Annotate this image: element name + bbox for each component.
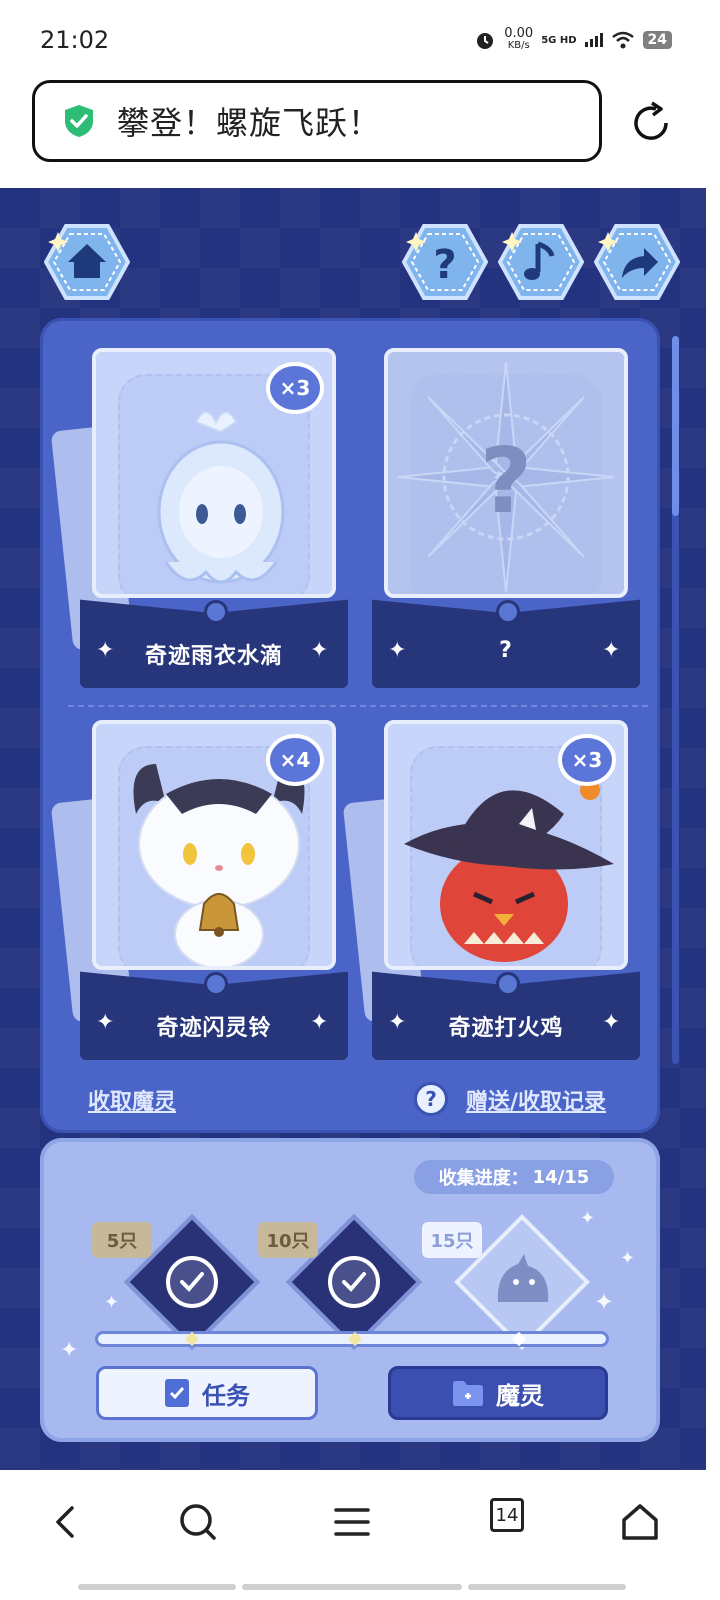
sparkle-icon: ✦ [602,638,621,663]
sparkle-icon: ✦ [580,1208,596,1229]
home-icon[interactable] [616,1498,664,1546]
sparkle-icon: ✦ [310,638,329,663]
gesture-bar-segment [468,1584,626,1590]
raindrop-spirit-image [157,411,285,584]
sparkle-icon: ✦ [620,1248,636,1269]
card-name: 奇迹雨衣水滴 [144,644,283,669]
fire-chick-spirit-image [404,780,614,962]
signal-label: 5G HD [541,34,577,46]
net-speed: 0.00 KB/s [504,26,534,51]
locked-card-emblem: ? [397,361,615,593]
sparkle-icon: ✦ [602,1010,621,1035]
share-button[interactable] [594,222,680,302]
back-icon[interactable] [42,1498,90,1546]
spirit-card-fire-chick[interactable]: ×3 ✦ 奇迹打火鸡 ✦ [342,720,640,1062]
card-name: 奇迹闪灵铃 [156,1016,272,1041]
spirit-card-bell[interactable]: ×4 ✦ 奇迹闪灵铃 ✦ [50,720,348,1062]
check-icon [328,1256,380,1308]
sparkle-icon: ✦ [104,1292,120,1313]
collect-spirit-link[interactable]: 收取魔灵 [88,1084,176,1116]
sparkle-icon: ✦ [60,1338,79,1363]
collection-progress-label: 收集进度： 14/15 [414,1160,614,1194]
folder-icon [453,1381,483,1406]
check-icon [166,1256,218,1308]
wifi-icon [611,31,634,49]
scroll-thumb[interactable] [672,336,679,516]
signal-icon [584,33,603,47]
battery-icon: 24 [642,31,672,49]
help-icon[interactable]: ? [414,1082,448,1116]
task-doc-icon [165,1379,189,1407]
spirit-button[interactable]: 魔灵 [388,1366,608,1420]
spirit-card-raindrop[interactable]: ×3 ✦ 奇迹雨衣水滴 ✦ [50,348,348,690]
music-button[interactable] [498,222,584,302]
card-count-badge: ×4 [266,734,324,786]
gesture-bar-segment [242,1584,462,1590]
tabs-icon[interactable]: 14 [490,1498,524,1532]
milestone-label: 5只 [92,1222,152,1258]
status-bar: 21:02 0.00 KB/s 5G HD 24 [0,0,720,80]
gesture-bar-segment [78,1584,236,1590]
spirit-card-locked[interactable]: ? ✦ ? ✦ [372,348,640,690]
url-text: 攀登！螺旋飞跃！ [117,104,382,142]
sparkle-icon: ✦ [594,1288,615,1316]
reload-icon[interactable] [628,100,674,146]
milestone-label: 15只 [422,1222,482,1258]
home-button[interactable] [44,222,130,302]
card-face: ? [384,348,628,598]
game-area: ? ×3 ✦ 奇迹雨衣水滴 ✦ ? ✦ ? ✦ ×4 ✦ 奇迹闪灵铃 ✦ ×3 … [0,188,706,1470]
menu-icon[interactable] [328,1498,376,1546]
sparkle-icon: ✦ [310,1010,329,1035]
status-time: 21:02 [40,26,110,54]
url-bar[interactable]: 攀登！螺旋飞跃！ [32,80,602,162]
status-icons: 0.00 KB/s 5G HD 24 [474,26,672,52]
milestone-label: 10只 [258,1222,318,1258]
alarm-icon [477,33,494,49]
card-count-badge: ×3 [266,362,324,414]
browser-nav-bar: 14 [0,1470,720,1600]
svg-text:?: ? [433,242,456,288]
search-icon[interactable] [174,1498,222,1546]
shark-reward-icon [497,1254,549,1302]
task-button[interactable]: 任务 [96,1366,318,1420]
card-name: ? [499,638,513,663]
divider [68,705,648,707]
card-name: 奇迹打火鸡 [448,1016,564,1041]
card-count-badge: ×3 [558,734,616,786]
gift-records-link[interactable]: 赠送/收取记录 [466,1084,606,1116]
svg-text:?: ? [480,429,532,534]
shield-icon [65,105,93,137]
help-button[interactable]: ? [402,222,488,302]
